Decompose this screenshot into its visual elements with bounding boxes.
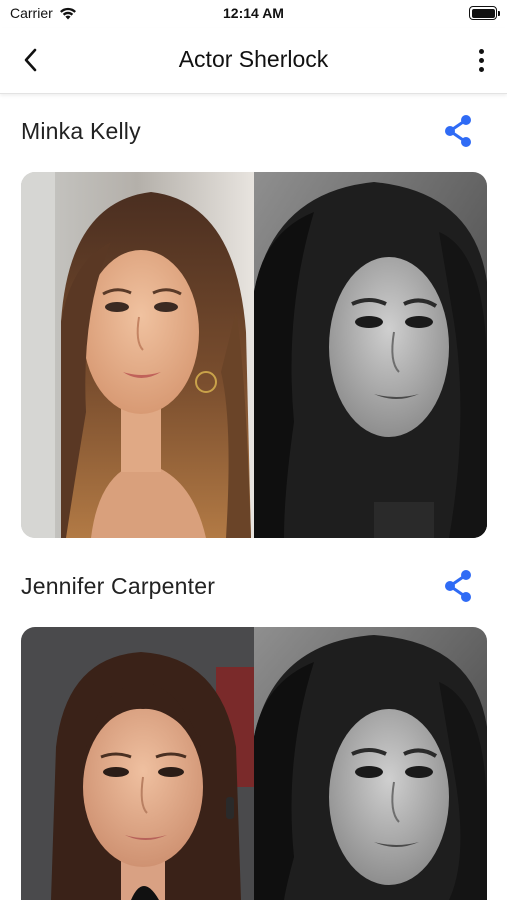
actor-name: Jennifer Carpenter [21,573,216,599]
share-icon [445,115,471,147]
share-icon [445,570,471,602]
actor-photo [21,172,254,538]
more-vertical-icon [478,48,484,54]
lookalike-photo [254,172,487,538]
status-bar: Carrier 12:14 AM [0,0,507,28]
page-title: Actor Sherlock [178,46,329,72]
result-header: Minka Kelly [0,112,507,152]
nav-bar: Actor Sherlock [0,28,507,94]
share-button[interactable] [441,567,475,605]
lookalike-photo [254,627,487,900]
comparison-card[interactable] [21,627,487,900]
result-header: Jennifer Carpenter [0,567,507,607]
status-time: 12:14 AM [223,5,284,21]
actor-name: Minka Kelly [21,118,141,144]
more-options-button[interactable] [469,44,493,76]
battery-icon [469,6,500,20]
share-button[interactable] [441,112,475,150]
comparison-card[interactable] [21,172,487,538]
actor-photo [21,627,254,900]
